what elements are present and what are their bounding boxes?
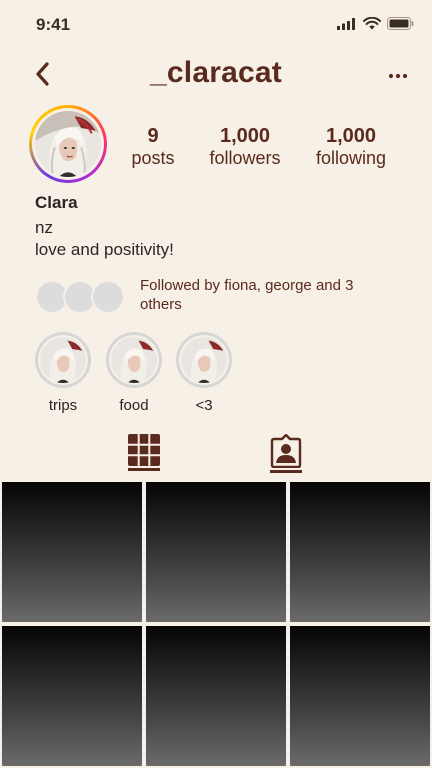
stat-following[interactable]: 1,000 following [308, 125, 394, 169]
story-highlights: trips food <3 [34, 332, 394, 416]
stat-following-value: 1,000 [325, 125, 377, 147]
more-horizontal-icon [388, 73, 408, 79]
battery-icon [387, 17, 414, 30]
avatar-story-ring[interactable] [29, 105, 107, 183]
followed-by-text: Followed by fiona, george and 3 others [140, 277, 354, 313]
stat-followers-value: 1,000 [219, 125, 271, 147]
status-icons [337, 17, 414, 30]
highlight-cover [109, 335, 159, 385]
post-thumbnail[interactable] [2, 482, 142, 622]
avatar-inner [32, 108, 104, 180]
profile-header: _claracat [0, 52, 432, 96]
highlight-image [111, 337, 157, 383]
highlight-label: trips [48, 397, 78, 414]
status-time: 9:41 [36, 15, 71, 34]
highlight-food[interactable]: food [105, 332, 163, 415]
tab-tagged[interactable] [266, 434, 306, 478]
mutual-avatars [35, 280, 125, 314]
post-grid [2, 482, 432, 768]
bio-line: nz [35, 218, 53, 237]
highlight-cover [179, 335, 229, 385]
stat-posts-value: 9 [147, 125, 159, 147]
highlight-label: <3 [195, 397, 213, 414]
tab-grid[interactable] [124, 434, 164, 478]
highlight-ring [35, 332, 91, 388]
avatar [35, 111, 101, 177]
highlight-image [40, 337, 86, 383]
grid-icon [128, 434, 160, 466]
profile-screen: 9:41 _claracat 9 posts 1,000 followers 1… [0, 0, 432, 768]
stat-followers[interactable]: 1,000 followers [203, 125, 287, 169]
highlight-image [181, 337, 227, 383]
highlight-ring [176, 332, 232, 388]
post-thumbnail[interactable] [290, 626, 430, 766]
more-options-button[interactable] [386, 66, 410, 86]
followed-by[interactable]: Followed by fiona, george and 3 others [35, 276, 405, 316]
highlight-love[interactable]: <3 [175, 332, 233, 415]
profile-bio: Clara nz love and positivity! [35, 193, 174, 261]
profile-name: Clara [35, 193, 78, 212]
stat-followers-label: followers [209, 148, 281, 168]
profile-tabs [0, 434, 432, 478]
tab-indicator [270, 470, 302, 473]
stat-posts-label: posts [131, 148, 175, 168]
stat-following-label: following [315, 148, 387, 168]
tagged-person-icon [270, 434, 302, 468]
status-bar: 9:41 [0, 0, 432, 48]
stat-posts[interactable]: 9 posts [120, 125, 186, 169]
profile-username: _claracat [150, 56, 282, 89]
wifi-icon [363, 17, 381, 30]
highlight-trips[interactable]: trips [34, 332, 92, 415]
highlight-label: food [119, 397, 149, 414]
highlight-ring [106, 332, 162, 388]
profile-stats: 9 posts 1,000 followers 1,000 following [120, 125, 410, 175]
signal-icon [337, 17, 355, 30]
active-tab-indicator [128, 468, 160, 471]
highlight-cover [38, 335, 88, 385]
bio-line: love and positivity! [35, 240, 174, 259]
post-thumbnail[interactable] [2, 626, 142, 766]
post-thumbnail[interactable] [146, 626, 286, 766]
avatar [91, 280, 125, 314]
post-thumbnail[interactable] [146, 482, 286, 622]
post-thumbnail[interactable] [290, 482, 430, 622]
